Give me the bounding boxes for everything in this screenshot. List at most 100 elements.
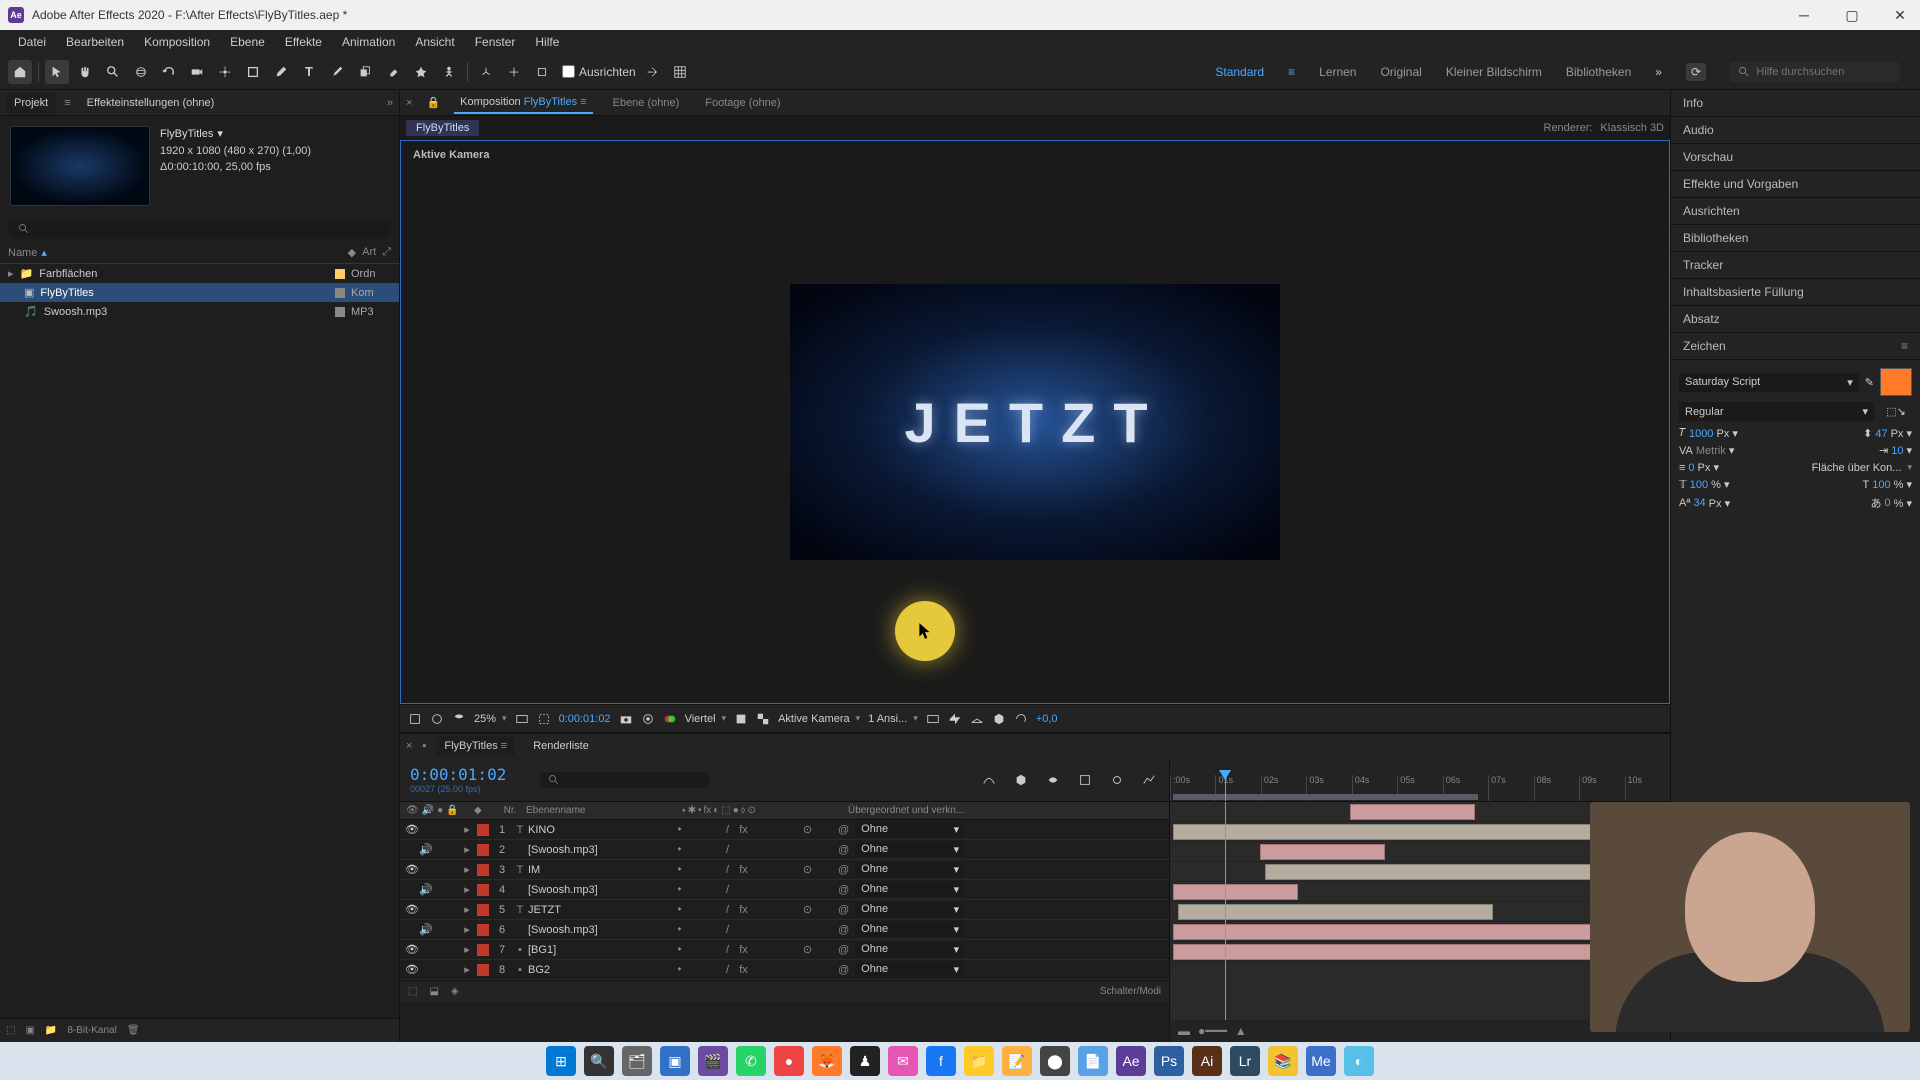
speaker-col-icon[interactable]: 🔊 bbox=[422, 805, 434, 816]
sort-icon[interactable]: ▴ bbox=[41, 246, 47, 259]
layer-name[interactable]: [Swoosh.mp3] bbox=[528, 844, 672, 856]
playhead-line[interactable] bbox=[1225, 802, 1226, 1020]
label-color[interactable] bbox=[477, 944, 489, 956]
work-area-bar[interactable] bbox=[1173, 794, 1478, 800]
menu-effekte[interactable]: Effekte bbox=[275, 32, 332, 52]
minimize-button[interactable]: ─ bbox=[1792, 3, 1816, 27]
audio-toggle[interactable] bbox=[421, 963, 432, 976]
ruler-tick[interactable]: 08s bbox=[1534, 775, 1579, 801]
3d-ground-icon[interactable] bbox=[970, 712, 984, 726]
layer-row[interactable]: 👁▸3TIM⬩/fx⊙@Ohne▾ bbox=[400, 860, 1169, 880]
fill-color-swatch[interactable] bbox=[1880, 368, 1912, 396]
layer-row[interactable]: 👁▸1TKINO⬩/fx⊙@Ohne▾ bbox=[400, 820, 1169, 840]
hide-shy-icon[interactable] bbox=[1041, 768, 1065, 792]
workspace-original[interactable]: Original bbox=[1380, 65, 1421, 79]
roto-tool-icon[interactable] bbox=[409, 60, 433, 84]
hscale-field[interactable]: T100 % ▾ bbox=[1863, 478, 1912, 491]
layer-row[interactable]: 🔊▸4[Swoosh.mp3]⬩/@Ohne▾ bbox=[400, 880, 1169, 900]
project-item[interactable]: 🎵Swoosh.mp3MP3 bbox=[0, 302, 399, 321]
eraser-tool-icon[interactable] bbox=[381, 60, 405, 84]
taskbar-app-icon[interactable]: ✉ bbox=[888, 1046, 918, 1076]
label-color[interactable] bbox=[477, 864, 489, 876]
menu-fenster[interactable]: Fenster bbox=[465, 32, 526, 52]
taskbar-app-icon[interactable]: ● bbox=[774, 1046, 804, 1076]
text-tool-icon[interactable]: T bbox=[297, 60, 321, 84]
composition-viewer[interactable]: Aktive Kamera JETZT bbox=[400, 140, 1670, 704]
eyedropper-icon[interactable]: ✎ bbox=[1865, 376, 1874, 389]
taskbar-app-icon[interactable]: ♟ bbox=[850, 1046, 880, 1076]
composition-tab[interactable]: Komposition FlyByTitles ≡ bbox=[454, 92, 592, 114]
col-resize-icon[interactable]: ⤢ bbox=[382, 246, 391, 259]
comp-mini-flow-icon[interactable] bbox=[977, 768, 1001, 792]
workspace-learn[interactable]: Lernen bbox=[1319, 65, 1356, 79]
graph-editor-icon[interactable] bbox=[1137, 768, 1161, 792]
fast-preview-icon[interactable] bbox=[734, 712, 748, 726]
zoom-slider[interactable]: ●━━━ bbox=[1198, 1024, 1227, 1038]
visibility-toggle[interactable] bbox=[406, 883, 417, 896]
audio-toggle[interactable] bbox=[421, 903, 432, 916]
parent-dropdown[interactable]: Ohne▾ bbox=[855, 882, 965, 897]
menu-ebene[interactable]: Ebene bbox=[220, 32, 275, 52]
visibility-toggle[interactable]: 👁 bbox=[406, 943, 418, 956]
toggle-transparency-icon[interactable] bbox=[756, 712, 770, 726]
layer-name[interactable]: [BG1] bbox=[528, 944, 672, 956]
pickwhip-icon[interactable]: @ bbox=[838, 964, 849, 976]
ruler-tick[interactable]: 09s bbox=[1579, 775, 1624, 801]
view-axis-icon[interactable] bbox=[530, 60, 554, 84]
fast-draft-icon[interactable] bbox=[948, 712, 962, 726]
taskbar-app-icon[interactable]: f bbox=[926, 1046, 956, 1076]
expand-toggle[interactable]: ▸ bbox=[460, 843, 474, 856]
taskbar-app-icon[interactable]: 📚 bbox=[1268, 1046, 1298, 1076]
solo-col-icon[interactable]: ● bbox=[437, 805, 443, 816]
motion-blur-icon[interactable] bbox=[1105, 768, 1129, 792]
expand-toggle[interactable]: ▸ bbox=[460, 903, 474, 916]
pickwhip-icon[interactable]: @ bbox=[838, 924, 849, 936]
timeline-tab[interactable]: FlyByTitles ≡ bbox=[436, 736, 515, 756]
footage-tab[interactable]: Footage (ohne) bbox=[699, 93, 786, 113]
project-tab[interactable]: Projekt bbox=[6, 93, 56, 113]
parent-col-header[interactable]: Übergeordnet und verkn... bbox=[842, 805, 1169, 816]
taskbar-app-icon[interactable]: Lr bbox=[1230, 1046, 1260, 1076]
pixel-aspect-icon[interactable] bbox=[926, 712, 940, 726]
menu-animation[interactable]: Animation bbox=[332, 32, 405, 52]
comp-tab-close-icon[interactable]: × bbox=[406, 97, 412, 109]
pickwhip-icon[interactable]: @ bbox=[838, 944, 849, 956]
tracking-field[interactable]: ⇥10 ▾ bbox=[1879, 444, 1912, 457]
visibility-toggle[interactable]: 👁 bbox=[406, 903, 418, 916]
layer-name[interactable]: BG2 bbox=[528, 964, 672, 976]
time-ruler[interactable]: :00s01s02s03s04s05s06s07s08s09s10s bbox=[1170, 758, 1670, 802]
eye-col-icon[interactable]: 👁 bbox=[406, 805, 419, 816]
renderer-value[interactable]: Klassisch 3D bbox=[1600, 122, 1664, 134]
clip[interactable] bbox=[1350, 804, 1475, 820]
expand-toggle[interactable]: ▸ bbox=[460, 883, 474, 896]
local-axis-icon[interactable] bbox=[474, 60, 498, 84]
3d-renderer-icon[interactable] bbox=[992, 712, 1006, 726]
taskbar-app-icon[interactable]: Ps bbox=[1154, 1046, 1184, 1076]
snapshot-icon[interactable] bbox=[619, 712, 633, 726]
pickwhip-icon[interactable]: @ bbox=[838, 864, 849, 876]
layer-row[interactable]: 🔊▸2[Swoosh.mp3]⬩/@Ohne▾ bbox=[400, 840, 1169, 860]
leading-field[interactable]: ⬍47 Px ▾ bbox=[1863, 427, 1912, 440]
always-preview-icon[interactable] bbox=[408, 712, 422, 726]
taskbar-app-icon[interactable]: ⬤ bbox=[1040, 1046, 1070, 1076]
layer-name[interactable]: [Swoosh.mp3] bbox=[528, 884, 672, 896]
side-panel-tracker[interactable]: Tracker bbox=[1671, 252, 1920, 279]
type-col-header[interactable]: Art bbox=[362, 246, 376, 259]
refresh-icon[interactable] bbox=[1014, 712, 1028, 726]
project-item[interactable]: ▣FlyByTitlesKom bbox=[0, 283, 399, 302]
taskbar-app-icon[interactable]: 🎬 bbox=[698, 1046, 728, 1076]
layer-name[interactable]: KINO bbox=[528, 824, 672, 836]
help-search[interactable] bbox=[1730, 62, 1900, 82]
zoom-dropdown[interactable]: 25% bbox=[474, 713, 507, 725]
comp-dropdown-icon[interactable]: ▾ bbox=[217, 126, 223, 143]
workspace-standard[interactable]: Standard bbox=[1215, 65, 1264, 79]
visibility-toggle[interactable] bbox=[406, 843, 417, 856]
side-panel-bibliotheken[interactable]: Bibliotheken bbox=[1671, 225, 1920, 252]
home-icon[interactable] bbox=[8, 60, 32, 84]
expand-toggle[interactable]: ▸ bbox=[460, 823, 474, 836]
workspace-overflow-icon[interactable]: » bbox=[1655, 65, 1662, 79]
orbit-tool-icon[interactable] bbox=[129, 60, 153, 84]
label-col-icon[interactable]: ◆ bbox=[348, 246, 356, 259]
visibility-toggle[interactable]: 👁 bbox=[406, 963, 418, 976]
shy-switch-icon[interactable]: ⬩ bbox=[682, 805, 686, 816]
